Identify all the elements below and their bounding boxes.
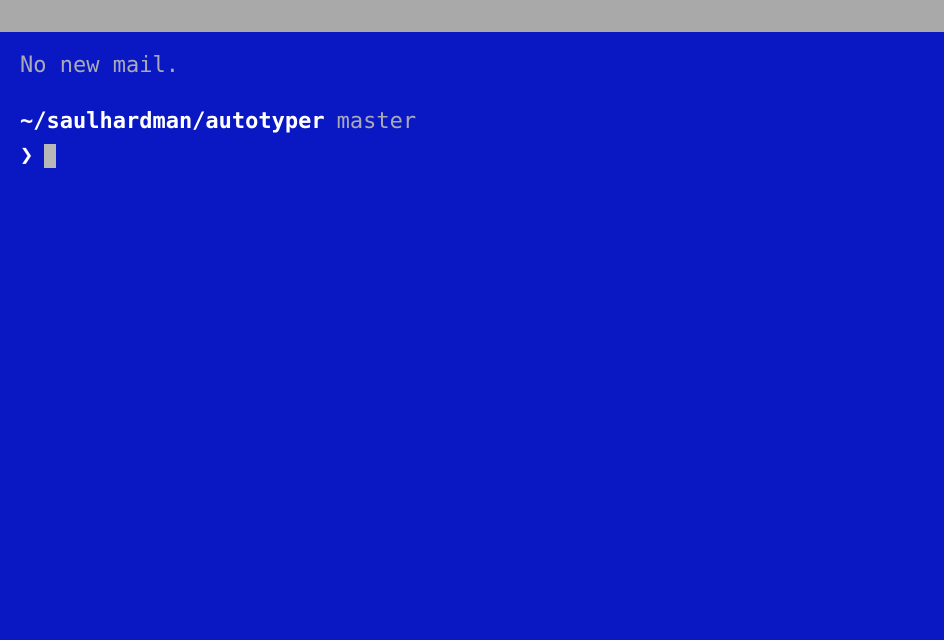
prompt-line: ~/saulhardman/autotyper master bbox=[20, 106, 924, 138]
command-input-line[interactable]: ❯ bbox=[20, 140, 924, 172]
prompt-symbol: ❯ bbox=[20, 140, 33, 172]
mail-status-text: No new mail. bbox=[20, 50, 924, 82]
window-titlebar[interactable] bbox=[0, 0, 944, 32]
git-branch: master bbox=[337, 106, 416, 138]
cursor-block bbox=[44, 144, 56, 168]
cwd-path: ~/saulhardman/autotyper bbox=[20, 106, 325, 138]
terminal-viewport[interactable]: No new mail. ~/saulhardman/autotyper mas… bbox=[0, 32, 944, 190]
